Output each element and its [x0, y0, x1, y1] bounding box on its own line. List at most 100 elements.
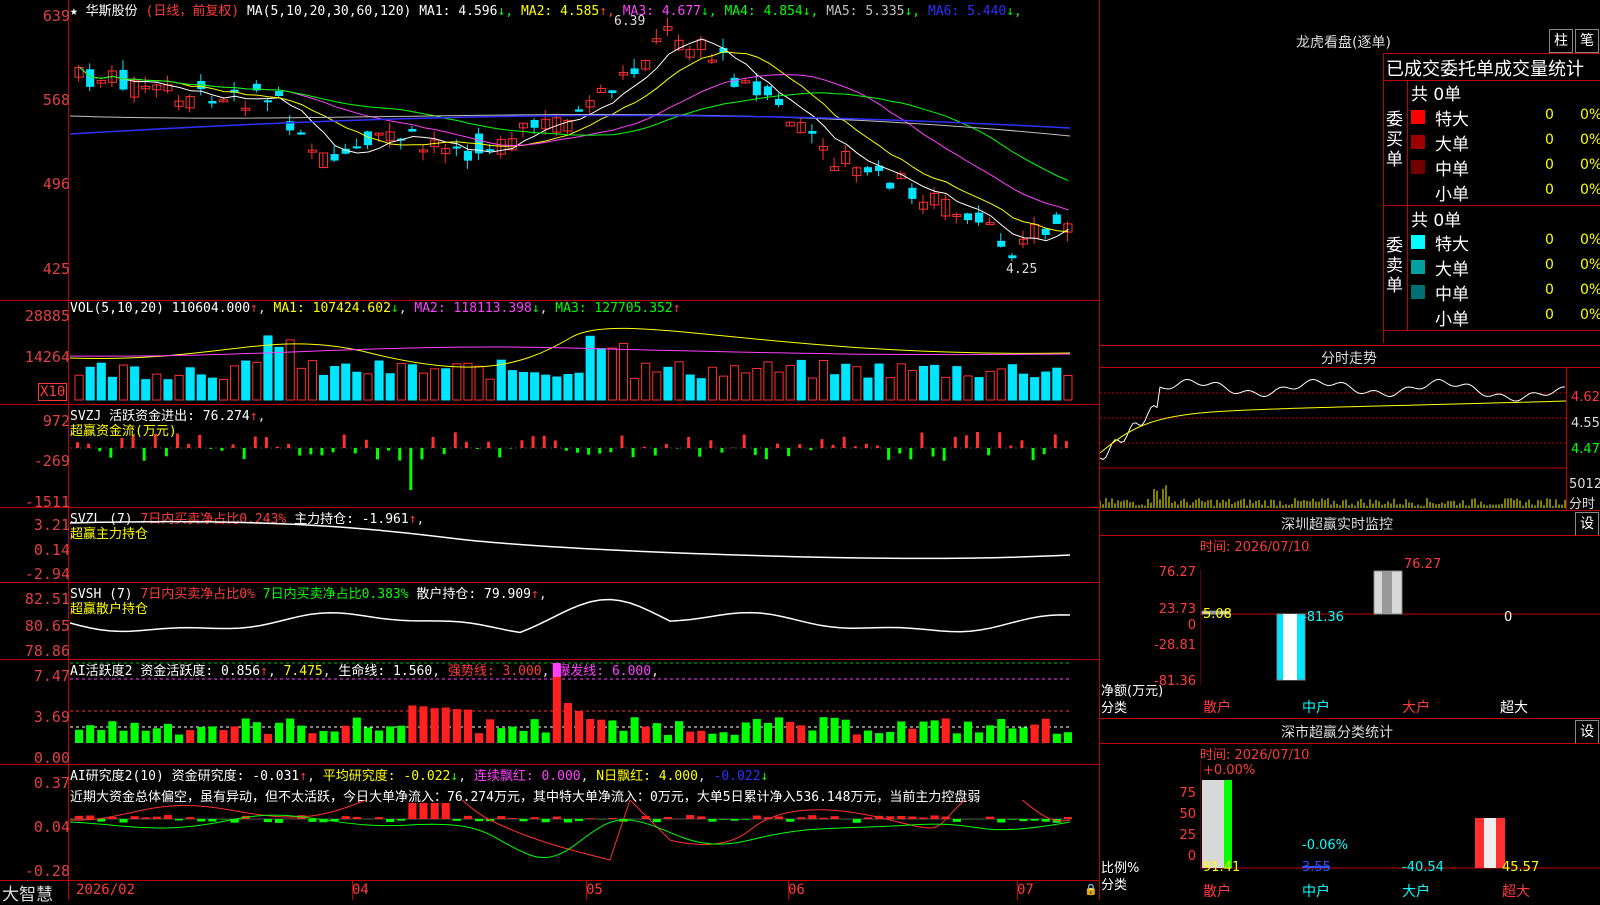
- svzl-line: [70, 522, 1070, 559]
- svzj-bar: [332, 448, 335, 452]
- svzj-bar: [543, 436, 546, 448]
- volume-bar: [697, 379, 705, 400]
- volume-bar: [531, 373, 539, 400]
- volume-bar: [1019, 374, 1027, 400]
- volume-bar: [997, 369, 1005, 400]
- tick-mode-button[interactable]: 笔: [1575, 29, 1599, 53]
- svzj-bar: [365, 440, 368, 448]
- sz-monitor-y-tick: 0: [1120, 618, 1196, 633]
- ai2-n-day-red: N日飘红: 4.000: [596, 769, 698, 784]
- svzj-y-tick: -1511: [25, 493, 70, 511]
- volume-chart[interactable]: [70, 318, 1098, 403]
- buy-color-swatch: [1411, 110, 1425, 124]
- candle-body: [186, 97, 194, 108]
- candle-body: [608, 90, 616, 93]
- szc-bottom-label: 91.41: [1203, 860, 1240, 875]
- ai1-bar: [653, 723, 661, 743]
- svzj-bar: [476, 448, 479, 449]
- ai2-bar: [564, 819, 572, 822]
- ai2-red-line: [70, 800, 1070, 860]
- bar-mode-button[interactable]: 柱: [1549, 29, 1573, 53]
- ai1-bar: [964, 722, 972, 743]
- ai1-bar: [775, 717, 783, 743]
- sz-class-settings-button[interactable]: 设: [1575, 720, 1599, 744]
- ai1-bar: [542, 732, 550, 743]
- vol-ma2: MA2: 118113.398: [414, 301, 531, 316]
- svzj-bar: [843, 437, 846, 448]
- ai2-y-tick: 0.37: [34, 774, 70, 792]
- volume-bar: [197, 375, 205, 400]
- ai2-bar: [708, 819, 716, 822]
- brand-label[interactable]: 大智慧: [2, 880, 53, 905]
- candle-body: [1008, 255, 1016, 258]
- svzj-y-tick: -269: [34, 452, 70, 470]
- ai2-bar: [353, 817, 361, 819]
- szm-value-label: 0: [1504, 610, 1512, 625]
- volume-bar: [675, 362, 683, 400]
- buy-row-count: 0: [1545, 182, 1554, 198]
- sz-class-y-tick: 50: [1150, 807, 1196, 822]
- volume-bar: [908, 371, 916, 400]
- svzj-bar: [532, 436, 535, 448]
- ai1-chart[interactable]: [70, 660, 1098, 763]
- date-tick: 2026/02: [76, 882, 135, 898]
- ai2-research: 资金研究度: -0.031: [172, 769, 300, 784]
- ai2-bar: [164, 815, 172, 819]
- low-price-label: 4.25: [1006, 262, 1037, 277]
- svzj-bar: [209, 448, 212, 449]
- volume-bar: [386, 374, 394, 400]
- ai1-bar: [875, 733, 883, 743]
- svzj-bar: [1020, 440, 1023, 448]
- lock-icon[interactable]: 🔒: [1084, 883, 1098, 896]
- ai1-bar: [197, 727, 205, 743]
- ai1-bar: [1008, 728, 1016, 743]
- szm-bar-highlight: [1283, 614, 1297, 680]
- sz-monitor-settings-button[interactable]: 设: [1575, 512, 1599, 536]
- svsh-chart[interactable]: [70, 583, 1098, 658]
- ai1-bar: [208, 726, 216, 743]
- svzj-bar: [98, 448, 101, 451]
- ai1-bar: [519, 731, 527, 743]
- ai1-bar: [853, 734, 861, 743]
- ai2-bar: [75, 816, 83, 819]
- szc-category-1: 散户: [1203, 881, 1231, 901]
- sz-monitor-chart[interactable]: [1200, 570, 1600, 685]
- svzj-bar: [598, 448, 601, 454]
- ai2-bar: [908, 817, 916, 819]
- volume-bar: [786, 365, 794, 400]
- intraday-chart[interactable]: [1100, 368, 1566, 510]
- ai2-bar: [953, 819, 961, 822]
- volume-bar: [242, 361, 250, 400]
- volume-bar: [253, 362, 261, 400]
- ai1-bar: [531, 719, 539, 743]
- ai1-bar: [86, 725, 94, 743]
- ai1-bar: [442, 707, 450, 743]
- svzj-bar: [465, 442, 468, 448]
- svzl-chart[interactable]: [70, 508, 1098, 581]
- volume-bar: [342, 364, 350, 400]
- ai2-bar: [142, 817, 150, 819]
- ai2-bar: [375, 817, 383, 819]
- sz-class-chart[interactable]: [1200, 760, 1600, 880]
- volume-bar: [297, 368, 305, 400]
- svzj-bar: [698, 448, 701, 457]
- sell-row-count: 0: [1545, 232, 1554, 248]
- candle-body: [731, 78, 739, 87]
- ai1-bar: [986, 725, 994, 743]
- candle-body: [353, 146, 361, 148]
- svzj-bar: [454, 432, 457, 448]
- candle-body: [464, 151, 472, 161]
- sell-color-swatch: [1411, 285, 1425, 299]
- ai2-avg-research: 平均研究度: -0.022: [323, 769, 451, 784]
- svzj-bar: [1032, 448, 1035, 460]
- sz-class-y-tick: 0: [1150, 849, 1196, 864]
- szm-value-label: -81.36: [1302, 610, 1344, 625]
- ai2-chart[interactable]: [70, 800, 1098, 879]
- svzj-chart[interactable]: [70, 405, 1098, 506]
- ai1-bar: [353, 718, 361, 743]
- ai1-bar: [242, 719, 250, 743]
- candlestick-chart[interactable]: [70, 16, 1098, 298]
- volume-bar: [1008, 365, 1016, 400]
- volume-bar: [975, 378, 983, 400]
- candle-body: [1053, 214, 1061, 223]
